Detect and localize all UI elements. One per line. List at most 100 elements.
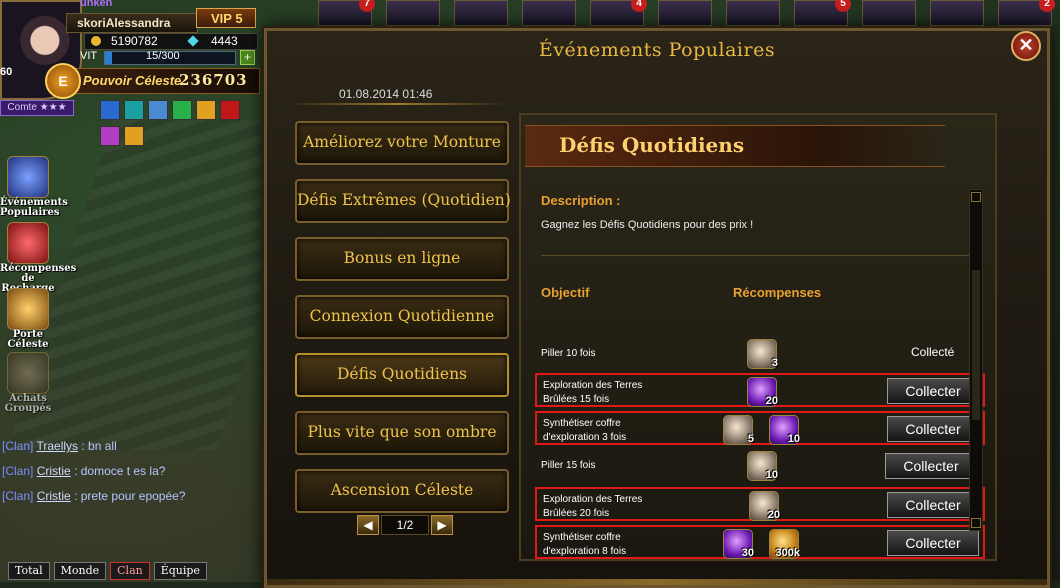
reward-count: 5 (747, 433, 754, 445)
side-icon-gate[interactable]: Porte Céleste (0, 288, 56, 350)
menu-item-ascension[interactable]: Ascension Céleste (295, 469, 509, 513)
events-dialog: Événements Populaires ✕ 01.08.2014 01:46… (264, 28, 1050, 588)
chat-nick[interactable]: Cristie (37, 489, 71, 503)
objective-text: Piller 15 fois (541, 460, 596, 471)
menu-item-monture[interactable]: Améliorez votre Monture (295, 121, 509, 165)
reward-count: 10 (787, 433, 800, 445)
top-event-icon[interactable] (522, 0, 576, 26)
player-name-prefix: skori (77, 16, 106, 30)
reward-icon[interactable]: 300k (769, 529, 800, 559)
chat-tab-clan[interactable]: Clan (110, 562, 150, 580)
menu-item-connexion[interactable]: Connexion Quotidienne (295, 295, 509, 339)
top-event-icon[interactable]: 4 (590, 0, 647, 26)
top-event-icon[interactable] (386, 0, 440, 26)
pager-indicator: 1/2 (381, 515, 429, 535)
buff-icon[interactable] (172, 100, 192, 120)
chat-line: [Clan] Cristie : prete pour epopée? (2, 484, 185, 509)
buff-icon[interactable] (124, 126, 144, 146)
power-bar: E Pouvoir Céleste 236703 (45, 63, 260, 99)
chat-tab-total[interactable]: Total (8, 562, 50, 580)
group-buy-icon (7, 352, 49, 394)
currency-row: 5190782 4443 (84, 33, 258, 50)
reward-icon[interactable]: 10 (747, 451, 778, 481)
top-event-icon[interactable] (454, 0, 508, 26)
reward-icon[interactable]: 20 (747, 377, 778, 407)
buff-icon[interactable] (148, 100, 168, 120)
reward-icon[interactable]: 20 (749, 491, 780, 521)
top-event-icon[interactable]: 7 (318, 0, 375, 26)
reward-icon[interactable]: 5 (723, 415, 754, 445)
panel-header: Défis Quotidiens (525, 125, 945, 167)
collect-button[interactable]: Collecter (887, 378, 979, 404)
buff-icon[interactable] (100, 126, 120, 146)
panel-scrollbar[interactable] (969, 189, 983, 531)
chat-tabs: Total Monde Clan Équipe (8, 562, 207, 580)
vit-add-button[interactable]: + (240, 50, 255, 65)
player-level: 60 (0, 66, 13, 78)
chat-tab-monde[interactable]: Monde (53, 562, 107, 580)
chat-line: [Clan] Cristie : domoce t es la? (2, 459, 185, 484)
top-event-icon[interactable] (726, 0, 780, 26)
pager-next-button[interactable]: ▶ (431, 515, 453, 535)
top-event-icon[interactable] (658, 0, 712, 26)
description-text: Gagnez les Défis Quotidiens pour des pri… (541, 219, 754, 231)
power-icon[interactable]: E (45, 63, 81, 99)
menu-item-defis-extremes[interactable]: Défis Extrêmes (Quotidien) (295, 179, 511, 223)
reward-icon[interactable]: 30 (723, 529, 754, 559)
collect-button[interactable]: Collecter (885, 453, 977, 479)
side-icon-recharge[interactable]: Récompenses de Recharge (0, 222, 76, 294)
buff-icon[interactable] (220, 100, 240, 120)
reward-icon[interactable]: 3 (747, 339, 778, 369)
buff-icon[interactable] (100, 100, 120, 120)
date-label: 01.08.2014 01:46 (339, 87, 433, 101)
chat-nick[interactable]: Traellys (36, 439, 78, 453)
player-name-main: Alessandra (105, 16, 171, 30)
objective-text: Exploration des Terres Brûlées 15 fois (543, 380, 643, 405)
column-rewards: Récompenses (733, 285, 822, 300)
pager-prev-button[interactable]: ◀ (357, 515, 379, 535)
buff-icon[interactable] (196, 100, 216, 120)
side-icon-group-buy[interactable]: Achats Groupés (0, 352, 56, 414)
scroll-thumb[interactable] (972, 270, 980, 420)
chat-line: [Clan] Traellys : bn all (2, 434, 185, 459)
menu-item-bonus-en-ligne[interactable]: Bonus en ligne (295, 237, 509, 281)
challenge-row: Piller 15 fois 10 Collecter (535, 449, 985, 483)
player-name-bar: skoriAlessandra (66, 13, 198, 33)
chat-channel[interactable]: [Clan] (2, 464, 33, 478)
chat-tab-equipe[interactable]: Équipe (153, 562, 207, 580)
close-button[interactable]: ✕ (1011, 31, 1041, 61)
top-event-icon[interactable] (930, 0, 984, 26)
chat-message: : bn all (81, 439, 117, 453)
vip-badge[interactable]: VIP 5 (196, 8, 256, 28)
rank-badge: Comte ★★★ (0, 100, 74, 116)
top-event-icon[interactable]: 2 (998, 0, 1055, 26)
top-event-icon[interactable] (862, 0, 916, 26)
buff-icon[interactable] (124, 100, 144, 120)
scroll-up-icon[interactable] (971, 192, 981, 202)
menu-item-defis-quotidiens[interactable]: Défis Quotidiens (295, 353, 509, 397)
reward-icon[interactable]: 10 (769, 415, 800, 445)
reward-count: 20 (767, 509, 780, 521)
column-objective: Objectif (541, 285, 590, 300)
chat-channel[interactable]: [Clan] (2, 439, 33, 453)
chat-log: [Clan] Traellys : bn all [Clan] Cristie … (2, 434, 185, 509)
scroll-down-icon[interactable] (971, 518, 981, 528)
buff-row (100, 100, 240, 120)
side-icon-label: Porte Céleste (7, 329, 49, 350)
objective-text: Piller 10 fois (541, 348, 596, 359)
collect-button[interactable]: Collecter (887, 492, 979, 518)
vitality-row: VIT 15/300 + (76, 50, 256, 65)
menu-pager: ◀ 1/2 ▶ (357, 515, 453, 535)
top-event-icon[interactable]: 5 (794, 0, 851, 26)
chat-nick[interactable]: Cristie (37, 464, 71, 478)
description-label: Description : (541, 193, 621, 208)
diamond-icon (187, 35, 199, 47)
collect-button[interactable]: Collecter (887, 530, 979, 556)
side-icon-events[interactable]: Événements Populaires (0, 156, 68, 218)
chat-channel[interactable]: [Clan] (2, 489, 33, 503)
event-menu: Améliorez votre Monture Défis Extrêmes (… (295, 121, 511, 527)
side-icon-label: Achats Groupés (4, 393, 52, 414)
collect-button[interactable]: Collecter (887, 416, 979, 442)
menu-item-plus-vite[interactable]: Plus vite que son ombre (295, 411, 509, 455)
diamond-amount: 4443 (211, 34, 238, 48)
